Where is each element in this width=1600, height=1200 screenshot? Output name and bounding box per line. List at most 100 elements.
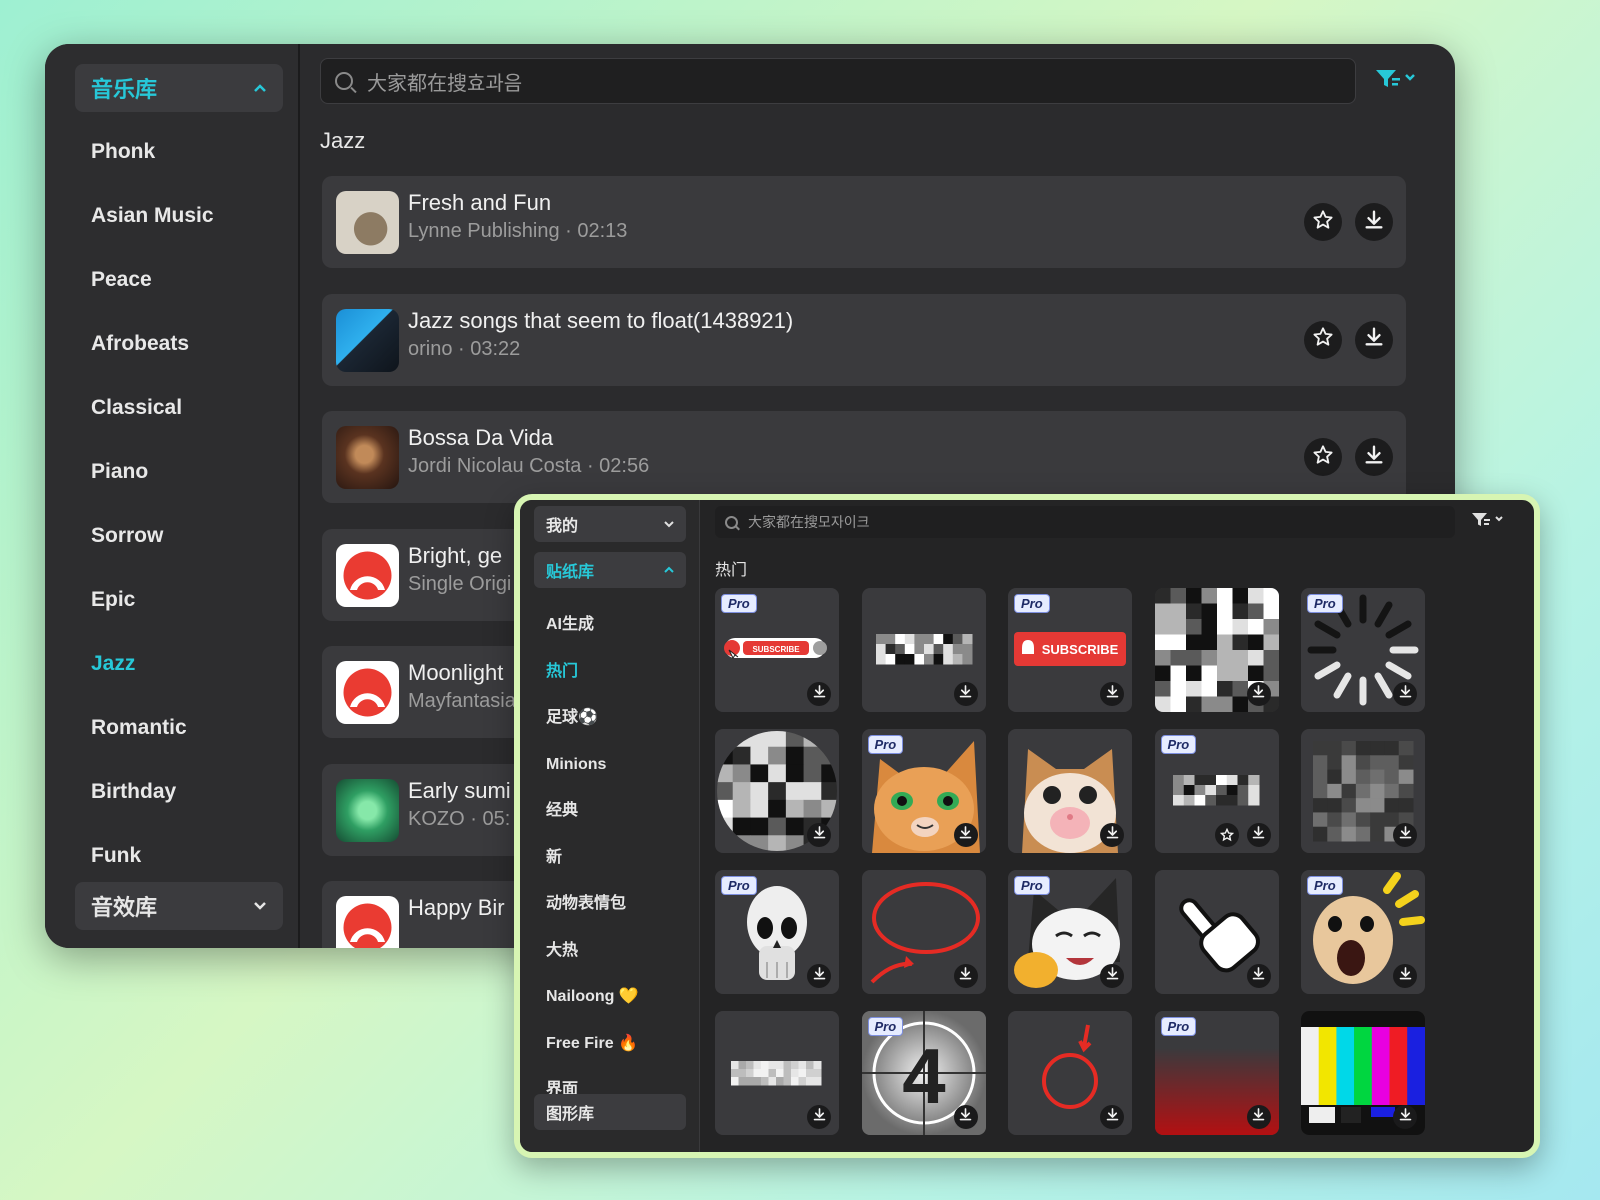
sidebar-item-asian-music[interactable]: Asian Music [91,184,214,248]
sticker-sidebar-item-9[interactable]: Free Fire 🔥 [546,1021,639,1068]
sticker-tile[interactable] [715,729,839,853]
filter-icon [1472,513,1503,526]
mine-toggle[interactable]: 我的 [534,506,686,542]
music-library-toggle[interactable]: 音乐库 [75,64,283,112]
download-button[interactable] [953,682,978,706]
sticker-tile[interactable] [1301,729,1425,853]
sidebar-item-phonk[interactable]: Phonk [91,120,214,184]
sticker-tile[interactable]: SUBSCRIBE Pro [1008,588,1132,712]
sticker-sidebar-item-6[interactable]: 动物表情包 [546,881,639,928]
sfx-library-toggle[interactable]: 音效库 [75,882,283,930]
favorite-button[interactable] [1304,438,1342,476]
sidebar-item-jazz[interactable]: Jazz [91,632,214,696]
download-icon [812,684,827,704]
track-cover [336,426,399,489]
sticker-tile[interactable] [1301,1011,1425,1135]
download-button[interactable] [953,964,978,988]
sticker-tile[interactable] [1008,1011,1132,1135]
sticker-tile[interactable] [715,1011,839,1135]
download-button[interactable] [807,1105,831,1129]
download-button[interactable] [953,823,978,847]
sticker-sidebar-item-4[interactable]: 经典 [546,788,639,835]
track-row[interactable]: Bossa Da Vida Jordi Nicolau Costa · 02:5… [322,411,1406,503]
sidebar-item-piano[interactable]: Piano [91,440,214,504]
sticker-tile[interactable]: Pro [1301,588,1425,712]
download-button[interactable] [1393,964,1417,988]
sidebar-item-romantic[interactable]: Romantic [91,696,214,760]
sticker-tile[interactable]: Pro [861,729,986,853]
chevron-down-icon [253,898,267,914]
sticker-category-list: AI生成 热门 足球⚽ Minions 经典新动物表情包 大热 Nailoong 💛 Free… [546,602,639,1114]
track-row[interactable]: Jazz songs that seem to float(1438921) o… [322,293,1406,386]
download-button[interactable] [807,682,831,706]
sticker-tile[interactable]: Pro [1154,1011,1279,1135]
sticker-tile[interactable] [861,588,986,712]
download-button[interactable] [1246,682,1271,706]
sticker-tile[interactable]: Pro [1008,870,1132,994]
music-search-placeholder: 大家都在搜효과음 [367,72,523,95]
sticker-sidebar-item-7[interactable]: 大热 [546,928,639,975]
sticker-tile[interactable]: Pro [715,870,839,994]
download-button[interactable] [1100,964,1124,988]
download-button[interactable] [1355,438,1393,476]
star-icon [1219,828,1234,842]
sticker-sidebar-item-1[interactable]: 热门 [546,649,639,696]
sticker-sidebar-item-8[interactable]: Nailoong 💛 [546,974,639,1021]
sticker-sidebar-item-5[interactable]: 新 [546,835,639,882]
sticker-tile[interactable] [1008,729,1132,853]
download-button[interactable] [1393,682,1417,706]
sidebar-item-peace[interactable]: Peace [91,248,214,312]
music-search-input[interactable]: 大家都在搜효과음 [320,58,1356,104]
download-button[interactable] [1355,203,1393,241]
track-subtitle: orino · 03:22 [408,337,521,360]
download-button[interactable] [807,823,831,847]
chevron-down-icon [664,515,674,533]
download-button[interactable] [1393,1105,1417,1129]
sticker-sidebar-item-2[interactable]: 足球⚽ [546,695,639,742]
favorite-button[interactable] [1304,320,1342,359]
track-cover [336,308,399,372]
shapes-library-toggle[interactable]: 图形库 [534,1094,686,1130]
download-button[interactable] [1355,320,1393,359]
download-button[interactable] [1246,964,1271,988]
sticker-tile[interactable]: SUBSCRIBE Pro [715,588,839,712]
sidebar-item-sorrow[interactable]: Sorrow [91,504,214,568]
download-button[interactable] [1100,682,1124,706]
sticker-sidebar-item-0[interactable]: AI生成 [546,602,639,649]
sticker-tile[interactable]: Pro [1154,729,1279,853]
track-title: Bossa Da Vida [408,425,554,450]
download-icon [1363,444,1385,471]
download-icon [958,1107,973,1127]
sticker-tile[interactable] [1154,870,1279,994]
favorite-button[interactable] [1304,203,1342,241]
sidebar-item-epic[interactable]: Epic [91,568,214,632]
pro-badge: Pro [721,876,757,895]
filter-button[interactable] [1471,510,1505,533]
sticker-tile[interactable]: Pro [1301,870,1425,994]
sticker-tile[interactable] [861,870,986,994]
track-subtitle: KOZO · 05: [408,807,511,830]
download-icon [1105,1107,1120,1127]
download-button[interactable] [807,964,831,988]
download-button[interactable] [1100,823,1124,847]
sticker-sidebar-item-3[interactable]: Minions [546,742,639,789]
sidebar-item-classical[interactable]: Classical [91,376,214,440]
sidebar-item-birthday[interactable]: Birthday [91,760,214,824]
sticker-search-placeholder: 大家都在搜모자이크 [748,514,870,530]
download-button[interactable] [1393,823,1417,847]
download-button[interactable] [1100,1105,1124,1129]
sticker-tile[interactable]: 4 Pro [861,1011,986,1135]
sidebar-item-afrobeats[interactable]: Afrobeats [91,312,214,376]
download-button[interactable] [1246,1105,1271,1129]
track-row[interactable]: Fresh and Fun Lynne Publishing · 02:13 [322,176,1406,268]
subscribe-text: SUBSCRIBE [1042,642,1119,657]
sticker-tile[interactable] [1154,588,1279,712]
sticker-library-toggle[interactable]: 贴纸库 [534,552,686,588]
filter-button[interactable] [1374,66,1418,96]
sticker-search-input[interactable]: 大家都在搜모자이크 [715,506,1455,538]
sidebar-item-funk[interactable]: Funk [91,824,214,888]
subscribe-text: SUBSCRIBE [752,645,800,654]
download-button[interactable] [1246,823,1271,847]
favorite-button[interactable] [1214,823,1239,847]
download-button[interactable] [953,1105,978,1129]
